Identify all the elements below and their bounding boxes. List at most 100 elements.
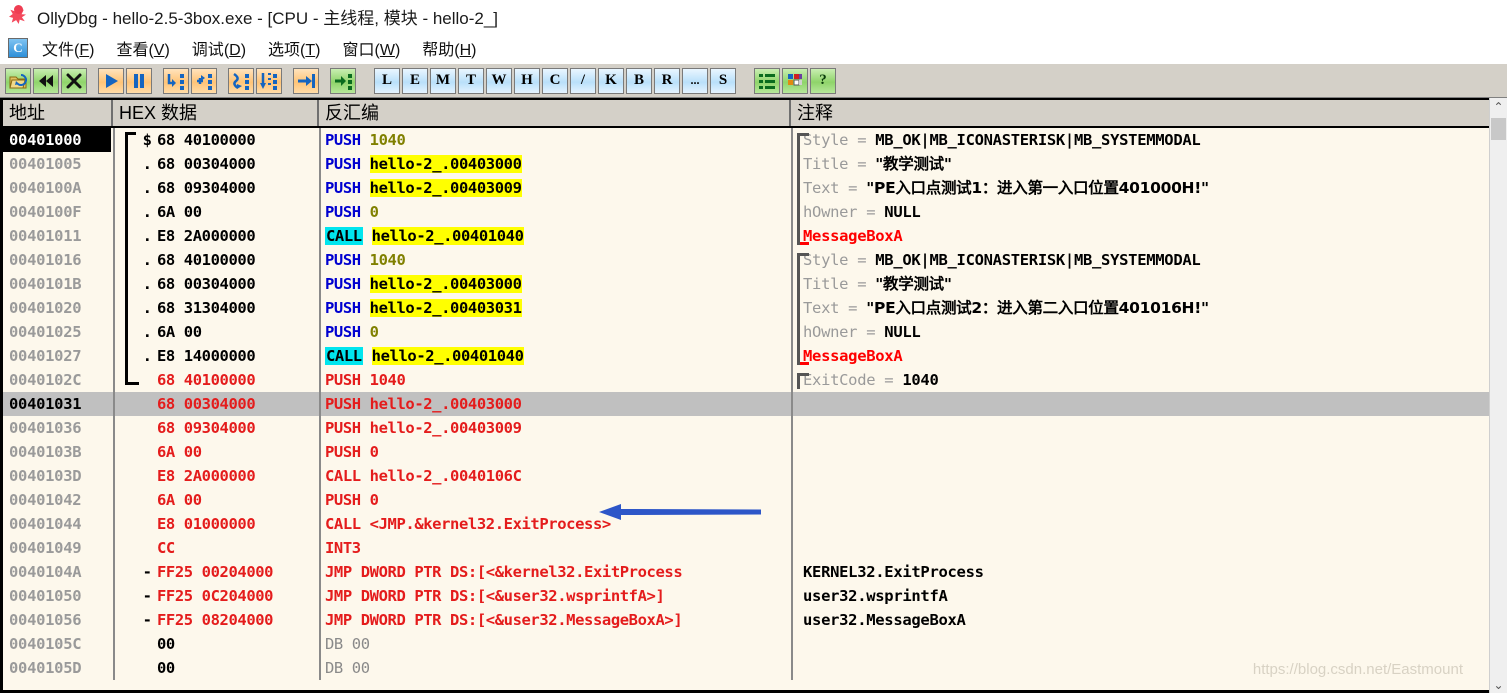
- disasm-row[interactable]: 0040102C 68 40100000 PUSH 1040 ExitCode = 1…: [3, 368, 1489, 392]
- row-marker: .: [142, 275, 152, 293]
- close-button-icon: [66, 73, 82, 88]
- references-button[interactable]: R: [654, 67, 680, 94]
- comment-token: Text =: [803, 299, 867, 317]
- disasm-row[interactable]: 0040101B. 68 00304000 PUSH hello-2_.004030…: [3, 272, 1489, 296]
- disasm-row[interactable]: 00401016. 68 40100000 PUSH 1040 Style = MB_…: [3, 248, 1489, 272]
- trace-over-button[interactable]: [256, 67, 282, 94]
- disasm-token: PUSH: [325, 251, 370, 269]
- row-address: 00401056: [9, 611, 82, 629]
- disasm-token: JMP DWORD PTR DS:[<&kernel32.ExitProcess: [325, 563, 683, 581]
- disasm-token: PUSH: [325, 179, 370, 197]
- disasm-row[interactable]: 00401044 E8 01000000 CALL <JMP.&kernel32.E…: [3, 512, 1489, 536]
- step-over-button[interactable]: [191, 67, 217, 94]
- memory-map-button[interactable]: M: [430, 67, 456, 94]
- scroll-up-arrow-icon[interactable]: ⌃: [1490, 98, 1507, 115]
- column-divider: [791, 224, 793, 248]
- threads-button[interactable]: T: [458, 67, 484, 94]
- executable-modules-button[interactable]: E: [402, 67, 428, 94]
- handles-button[interactable]: H: [514, 67, 540, 94]
- vertical-scrollbar[interactable]: ⌃ ⌄: [1489, 98, 1507, 693]
- column-divider: [319, 560, 321, 584]
- execute-till-return-button-icon: [298, 73, 315, 88]
- ollydbg-app-icon: [6, 4, 30, 28]
- disasm-row[interactable]: 0040104A - FF25 00204000 JMP DWORD PTR DS:[…: [3, 560, 1489, 584]
- disasm-token: PUSH: [325, 155, 370, 173]
- cpu-window-button[interactable]: C: [542, 67, 568, 94]
- row-comment: hOwner = NULL: [803, 200, 1489, 224]
- pause-button[interactable]: [126, 67, 152, 94]
- step-into-button[interactable]: [163, 67, 189, 94]
- disasm-token: hello-2_.00403000: [369, 275, 522, 293]
- breakpoints-button[interactable]: B: [626, 67, 652, 94]
- open-file-button[interactable]: [5, 67, 31, 94]
- disasm-row[interactable]: 0040100F. 6A 00 PUSH 0 hOwner = NULL: [3, 200, 1489, 224]
- comment-token: Style =: [803, 131, 876, 149]
- menu-options[interactable]: 选项(T): [268, 36, 320, 60]
- execute-till-return-button[interactable]: [293, 67, 319, 94]
- disasm-row[interactable]: 0040103B 6A 00 PUSH 0: [3, 440, 1489, 464]
- column-divider: [113, 176, 115, 200]
- header-disassembly[interactable]: 反汇编: [319, 100, 791, 126]
- restart-button[interactable]: [33, 67, 59, 94]
- menu-file[interactable]: 文件(F): [42, 36, 94, 60]
- disasm-row[interactable]: 0040103D E8 2A000000 CALL hello-2_.0040106…: [3, 464, 1489, 488]
- comment-token: Style =: [803, 251, 876, 269]
- column-divider: [319, 224, 321, 248]
- disasm-row[interactable]: 00401042 6A 00 PUSH 0: [3, 488, 1489, 512]
- menu-debug[interactable]: 调试(D): [192, 36, 246, 60]
- scroll-down-arrow-icon[interactable]: ⌄: [1490, 676, 1507, 693]
- row-marker: [119, 488, 155, 512]
- disasm-row[interactable]: 00401049 CC INT3: [3, 536, 1489, 560]
- help-button[interactable]: ?: [810, 67, 836, 94]
- disasm-row[interactable]: 00401056 - FF25 08204000 JMP DWORD PTR DS:[…: [3, 608, 1489, 632]
- row-hex-dump: 00: [157, 659, 175, 677]
- disasm-row[interactable]: 00401000 $68 40100000 PUSH 1040 Style = MB_…: [3, 128, 1489, 152]
- disasm-row[interactable]: 00401031 68 00304000 PUSH hello-2_.0040300…: [3, 392, 1489, 416]
- menu-window[interactable]: 窗口(W): [342, 36, 400, 60]
- source-button[interactable]: S: [710, 67, 736, 94]
- disasm-row[interactable]: 0040105D 00 DB 00: [3, 656, 1489, 680]
- comment-token: MB_OK|MB_ICONASTERISK|MB_SYSTEMMODAL: [875, 251, 1201, 269]
- restart-button-icon: [39, 74, 53, 87]
- header-hex-dump[interactable]: HEX 数据: [113, 100, 319, 126]
- row-hex-dump: FF25 00204000: [157, 563, 274, 581]
- disasm-row[interactable]: 00401036 68 09304000 PUSH hello-2_.0040300…: [3, 416, 1489, 440]
- options-list-button[interactable]: [754, 67, 780, 94]
- column-divider: [791, 416, 793, 440]
- windows-button[interactable]: W: [486, 67, 512, 94]
- header-address[interactable]: 地址: [3, 100, 113, 126]
- row-disassembly: JMP DWORD PTR DS:[<&user32.wsprintfA>]: [325, 584, 791, 608]
- scrollbar-thumb[interactable]: [1491, 118, 1506, 140]
- row-comment: Text = "PE入口点测试1：进入第一入口位置401000H!": [803, 176, 1489, 200]
- menu-options-label: 选项: [268, 42, 301, 59]
- menu-view[interactable]: 查看(V): [116, 36, 169, 60]
- log-window-button[interactable]: L: [374, 67, 400, 94]
- run-trace-button[interactable]: ...: [682, 67, 708, 94]
- disasm-row[interactable]: 00401020. 68 31304000 PUSH hello-2_.004030…: [3, 296, 1489, 320]
- row-hex-dump: 6A 00: [157, 203, 202, 221]
- call-stack-button[interactable]: K: [598, 67, 624, 94]
- run-to-cursor-button[interactable]: [330, 67, 356, 94]
- disasm-row[interactable]: 00401025. 6A 00 PUSH 0 hOwner = NULL: [3, 320, 1489, 344]
- comment-token: Title =: [803, 275, 876, 293]
- disasm-row[interactable]: 0040100A. 68 09304000 PUSH hello-2_.004030…: [3, 176, 1489, 200]
- menu-help[interactable]: 帮助(H): [422, 36, 476, 60]
- disasm-row[interactable]: 00401005. 68 00304000 PUSH hello-2_.004030…: [3, 152, 1489, 176]
- close-button[interactable]: [61, 67, 87, 94]
- column-divider: [319, 344, 321, 368]
- disasm-row[interactable]: 00401050 - FF25 0C204000 JMP DWORD PTR DS:[…: [3, 584, 1489, 608]
- column-divider: [319, 632, 321, 656]
- patches-button[interactable]: /: [570, 67, 596, 94]
- menu-file-mnemonic: F: [79, 42, 90, 59]
- appearance-button[interactable]: [782, 67, 808, 94]
- trace-into-button[interactable]: [228, 67, 254, 94]
- header-comment[interactable]: 注释: [791, 100, 1489, 126]
- run-button[interactable]: [98, 67, 124, 94]
- disasm-row[interactable]: 0040105C 00 DB 00: [3, 632, 1489, 656]
- row-address: 0040103B: [9, 443, 82, 461]
- disasm-token: [363, 227, 372, 245]
- row-disassembly: CALL hello-2_.00401040: [325, 344, 791, 368]
- row-comment: hOwner = NULL: [803, 320, 1489, 344]
- disasm-row[interactable]: 00401011. E8 2A000000 CALL hello-2_.004010…: [3, 224, 1489, 248]
- disasm-row[interactable]: 00401027. E8 14000000 CALL hello-2_.004010…: [3, 344, 1489, 368]
